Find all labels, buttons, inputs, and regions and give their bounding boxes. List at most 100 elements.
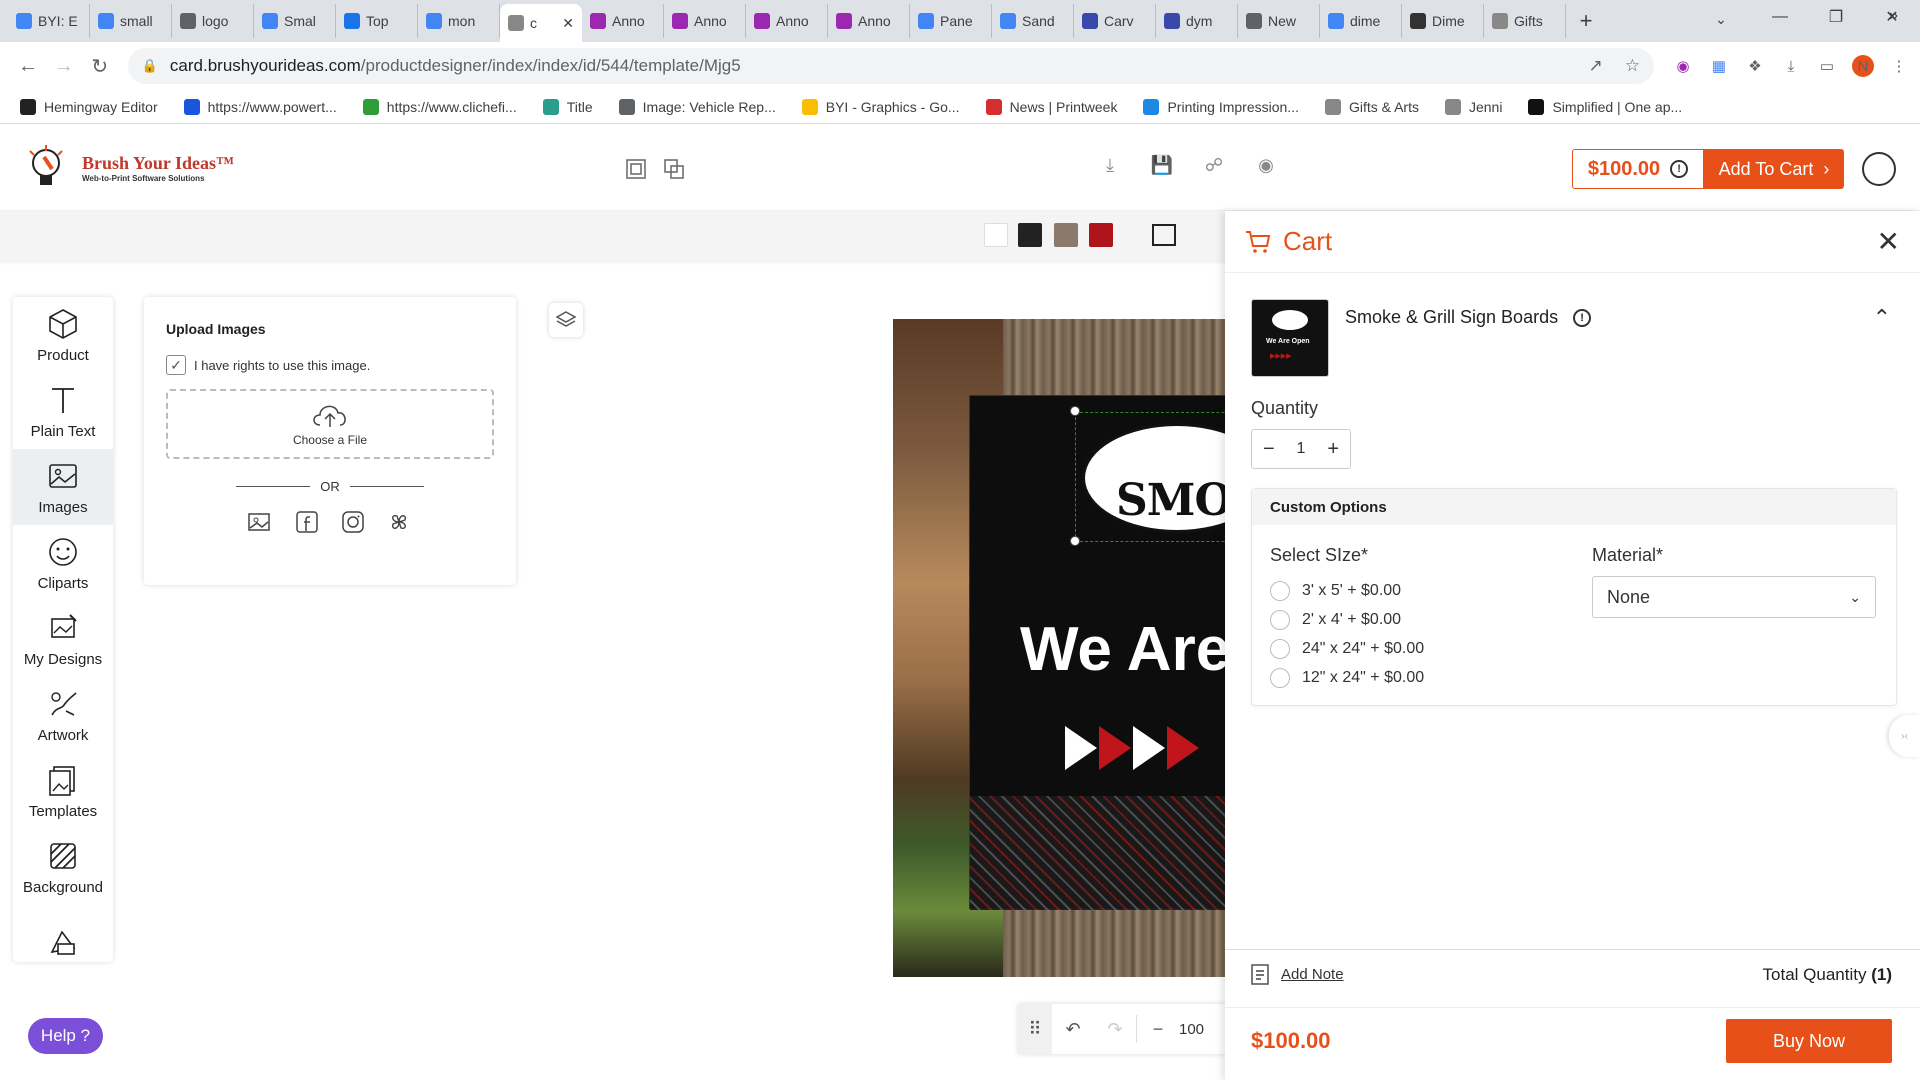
bookmark-item[interactable]: Printing Impression...	[1143, 98, 1299, 115]
bookmark-item[interactable]: https://www.clichefi...	[362, 98, 517, 115]
chrome-menu-icon[interactable]: ⋮	[1888, 55, 1910, 77]
decrement-icon[interactable]: −	[1263, 438, 1275, 461]
add-note-link[interactable]: Add Note	[1281, 966, 1344, 983]
zoom-out-icon[interactable]: −	[1137, 1019, 1179, 1040]
sidebar-item-product[interactable]: Product	[13, 297, 113, 373]
url-input[interactable]: 🔒 card.brushyourideas.com/productdesigne…	[127, 48, 1654, 84]
browser-tab[interactable]: logo	[172, 4, 254, 38]
browser-tab[interactable]: Carv	[1074, 4, 1156, 38]
browser-tab[interactable]: Anno	[828, 4, 910, 38]
item-info-icon[interactable]: !	[1573, 309, 1592, 328]
bookmark-item[interactable]: Gifts & Arts	[1324, 98, 1419, 115]
bookmark-item[interactable]: Title	[542, 98, 593, 115]
preview-eye-icon[interactable]: ◉	[1252, 151, 1280, 179]
drag-handle-icon[interactable]: ⠿	[1018, 1004, 1052, 1054]
price-display[interactable]: $100.00 !	[1572, 149, 1704, 189]
new-tab-icon[interactable]: +	[1566, 4, 1606, 38]
quantity-value[interactable]: 1	[1297, 440, 1306, 458]
undo-icon[interactable]: ↶	[1052, 1019, 1094, 1040]
side-collapse-tab[interactable]: ›‹	[1889, 715, 1920, 757]
color-swatch-red[interactable]	[1089, 223, 1113, 247]
minimize-icon[interactable]: —	[1752, 0, 1808, 34]
browser-tab[interactable]: Smal	[254, 4, 336, 38]
browser-tab[interactable]: Anno	[582, 4, 664, 38]
headline-text[interactable]: We Are	[1020, 614, 1228, 685]
resize-handle[interactable]	[1070, 406, 1080, 416]
browser-tab[interactable]: Anno	[664, 4, 746, 38]
rights-checkbox-row[interactable]: ✓ I have rights to use this image.	[166, 355, 494, 375]
share-design-icon[interactable]: ☍	[1200, 151, 1228, 179]
buy-now-button[interactable]: Buy Now	[1726, 1019, 1892, 1063]
sidebar-item-background[interactable]: Background	[13, 829, 113, 905]
gallery-icon[interactable]	[247, 508, 275, 536]
radio-button[interactable]	[1270, 580, 1290, 601]
sidebar-item-artwork[interactable]: Artwork	[13, 677, 113, 753]
close-cart-icon[interactable]: ✕	[1877, 225, 1900, 258]
bookmark-item[interactable]: https://www.powert...	[183, 98, 337, 115]
browser-tab[interactable]: dym	[1156, 4, 1238, 38]
canvas-shape-icon[interactable]	[1152, 224, 1176, 246]
sidebar-item-plain-text[interactable]: Plain Text	[13, 373, 113, 449]
add-to-cart-button[interactable]: Add To Cart ›	[1704, 149, 1844, 189]
redo-icon[interactable]: ↷	[1094, 1019, 1136, 1040]
design-canvas[interactable]: SMOKE We Are	[893, 319, 1228, 977]
sidebar-item-shapes[interactable]	[13, 905, 113, 962]
lock-icon[interactable]: 🔒	[142, 58, 158, 74]
color-swatch-white[interactable]	[984, 223, 1008, 247]
restore-icon[interactable]: ❐	[1808, 0, 1864, 34]
group-icon[interactable]	[622, 155, 650, 183]
browser-tab[interactable]: mon	[418, 4, 500, 38]
share-icon[interactable]: ↗	[1588, 56, 1602, 76]
browser-tab[interactable]: Top	[336, 4, 418, 38]
bookmark-item[interactable]: Image: Vehicle Rep...	[618, 98, 776, 115]
extensions-puzzle-icon[interactable]: ❖	[1744, 55, 1766, 77]
browser-tab[interactable]: BYI: E	[8, 4, 90, 38]
instagram-icon[interactable]	[339, 508, 367, 536]
color-swatch-taupe[interactable]	[1054, 223, 1078, 247]
bookmark-item[interactable]: Hemingway Editor	[20, 98, 158, 115]
sidebar-item-images[interactable]: Images	[13, 449, 113, 525]
rights-checkbox[interactable]: ✓	[166, 355, 186, 375]
back-icon[interactable]: ←	[10, 48, 46, 84]
collapse-chevron-icon[interactable]: ⌃	[1873, 305, 1891, 331]
forward-icon[interactable]: →	[46, 48, 82, 84]
sidebar-item-cliparts[interactable]: Cliparts	[13, 525, 113, 601]
bookmarks-overflow-icon[interactable]: »	[1889, 7, 1898, 25]
close-tab-icon[interactable]: ✕	[562, 15, 574, 32]
color-extension-icon[interactable]: ◉	[1672, 55, 1694, 77]
sidebar-item-my-designs[interactable]: My Designs	[13, 601, 113, 677]
save-icon[interactable]: 💾	[1148, 151, 1176, 179]
browser-tab[interactable]: small	[90, 4, 172, 38]
price-info-icon[interactable]: !	[1670, 160, 1689, 178]
color-swatch-black[interactable]	[1018, 223, 1042, 247]
ungroup-icon[interactable]	[660, 155, 688, 183]
browser-tab[interactable]: Gifts	[1484, 4, 1566, 38]
help-button[interactable]: Help ?	[28, 1018, 103, 1054]
facebook-icon[interactable]	[293, 508, 321, 536]
size-option[interactable]: 3' x 5' + $0.00	[1270, 576, 1424, 605]
radio-button[interactable]	[1270, 609, 1290, 630]
radio-button[interactable]	[1270, 638, 1290, 659]
radio-button[interactable]	[1270, 667, 1290, 688]
increment-icon[interactable]: +	[1327, 438, 1339, 461]
size-option[interactable]: 12" x 24" + $0.00	[1270, 663, 1424, 692]
sidebar-item-templates[interactable]: Templates	[13, 753, 113, 829]
browser-tab[interactable]: Anno	[746, 4, 828, 38]
tab-search-icon[interactable]: ⌄	[1704, 4, 1738, 34]
layers-icon[interactable]	[549, 303, 583, 337]
add-note-row[interactable]: Add Note	[1251, 963, 1344, 985]
material-select[interactable]: None ⌄	[1592, 576, 1876, 618]
bookmark-item[interactable]: Jenni	[1444, 98, 1502, 115]
browser-tab[interactable]: New	[1238, 4, 1320, 38]
profile-avatar[interactable]: N	[1851, 55, 1874, 77]
file-dropzone[interactable]: Choose a File	[166, 389, 494, 459]
sign-board[interactable]: SMOKE We Are	[969, 395, 1228, 910]
browser-tab[interactable]: Pane	[910, 4, 992, 38]
size-option[interactable]: 2' x 4' + $0.00	[1270, 605, 1424, 634]
download-design-icon[interactable]: ⤓	[1096, 151, 1124, 179]
bookmark-item[interactable]: BYI - Graphics - Go...	[801, 98, 960, 115]
size-option[interactable]: 24" x 24" + $0.00	[1270, 634, 1424, 663]
reload-icon[interactable]: ↻	[82, 48, 118, 84]
bookmark-item[interactable]: News | Printweek	[985, 98, 1117, 115]
translate-extension-icon[interactable]: ▦	[1708, 55, 1730, 77]
